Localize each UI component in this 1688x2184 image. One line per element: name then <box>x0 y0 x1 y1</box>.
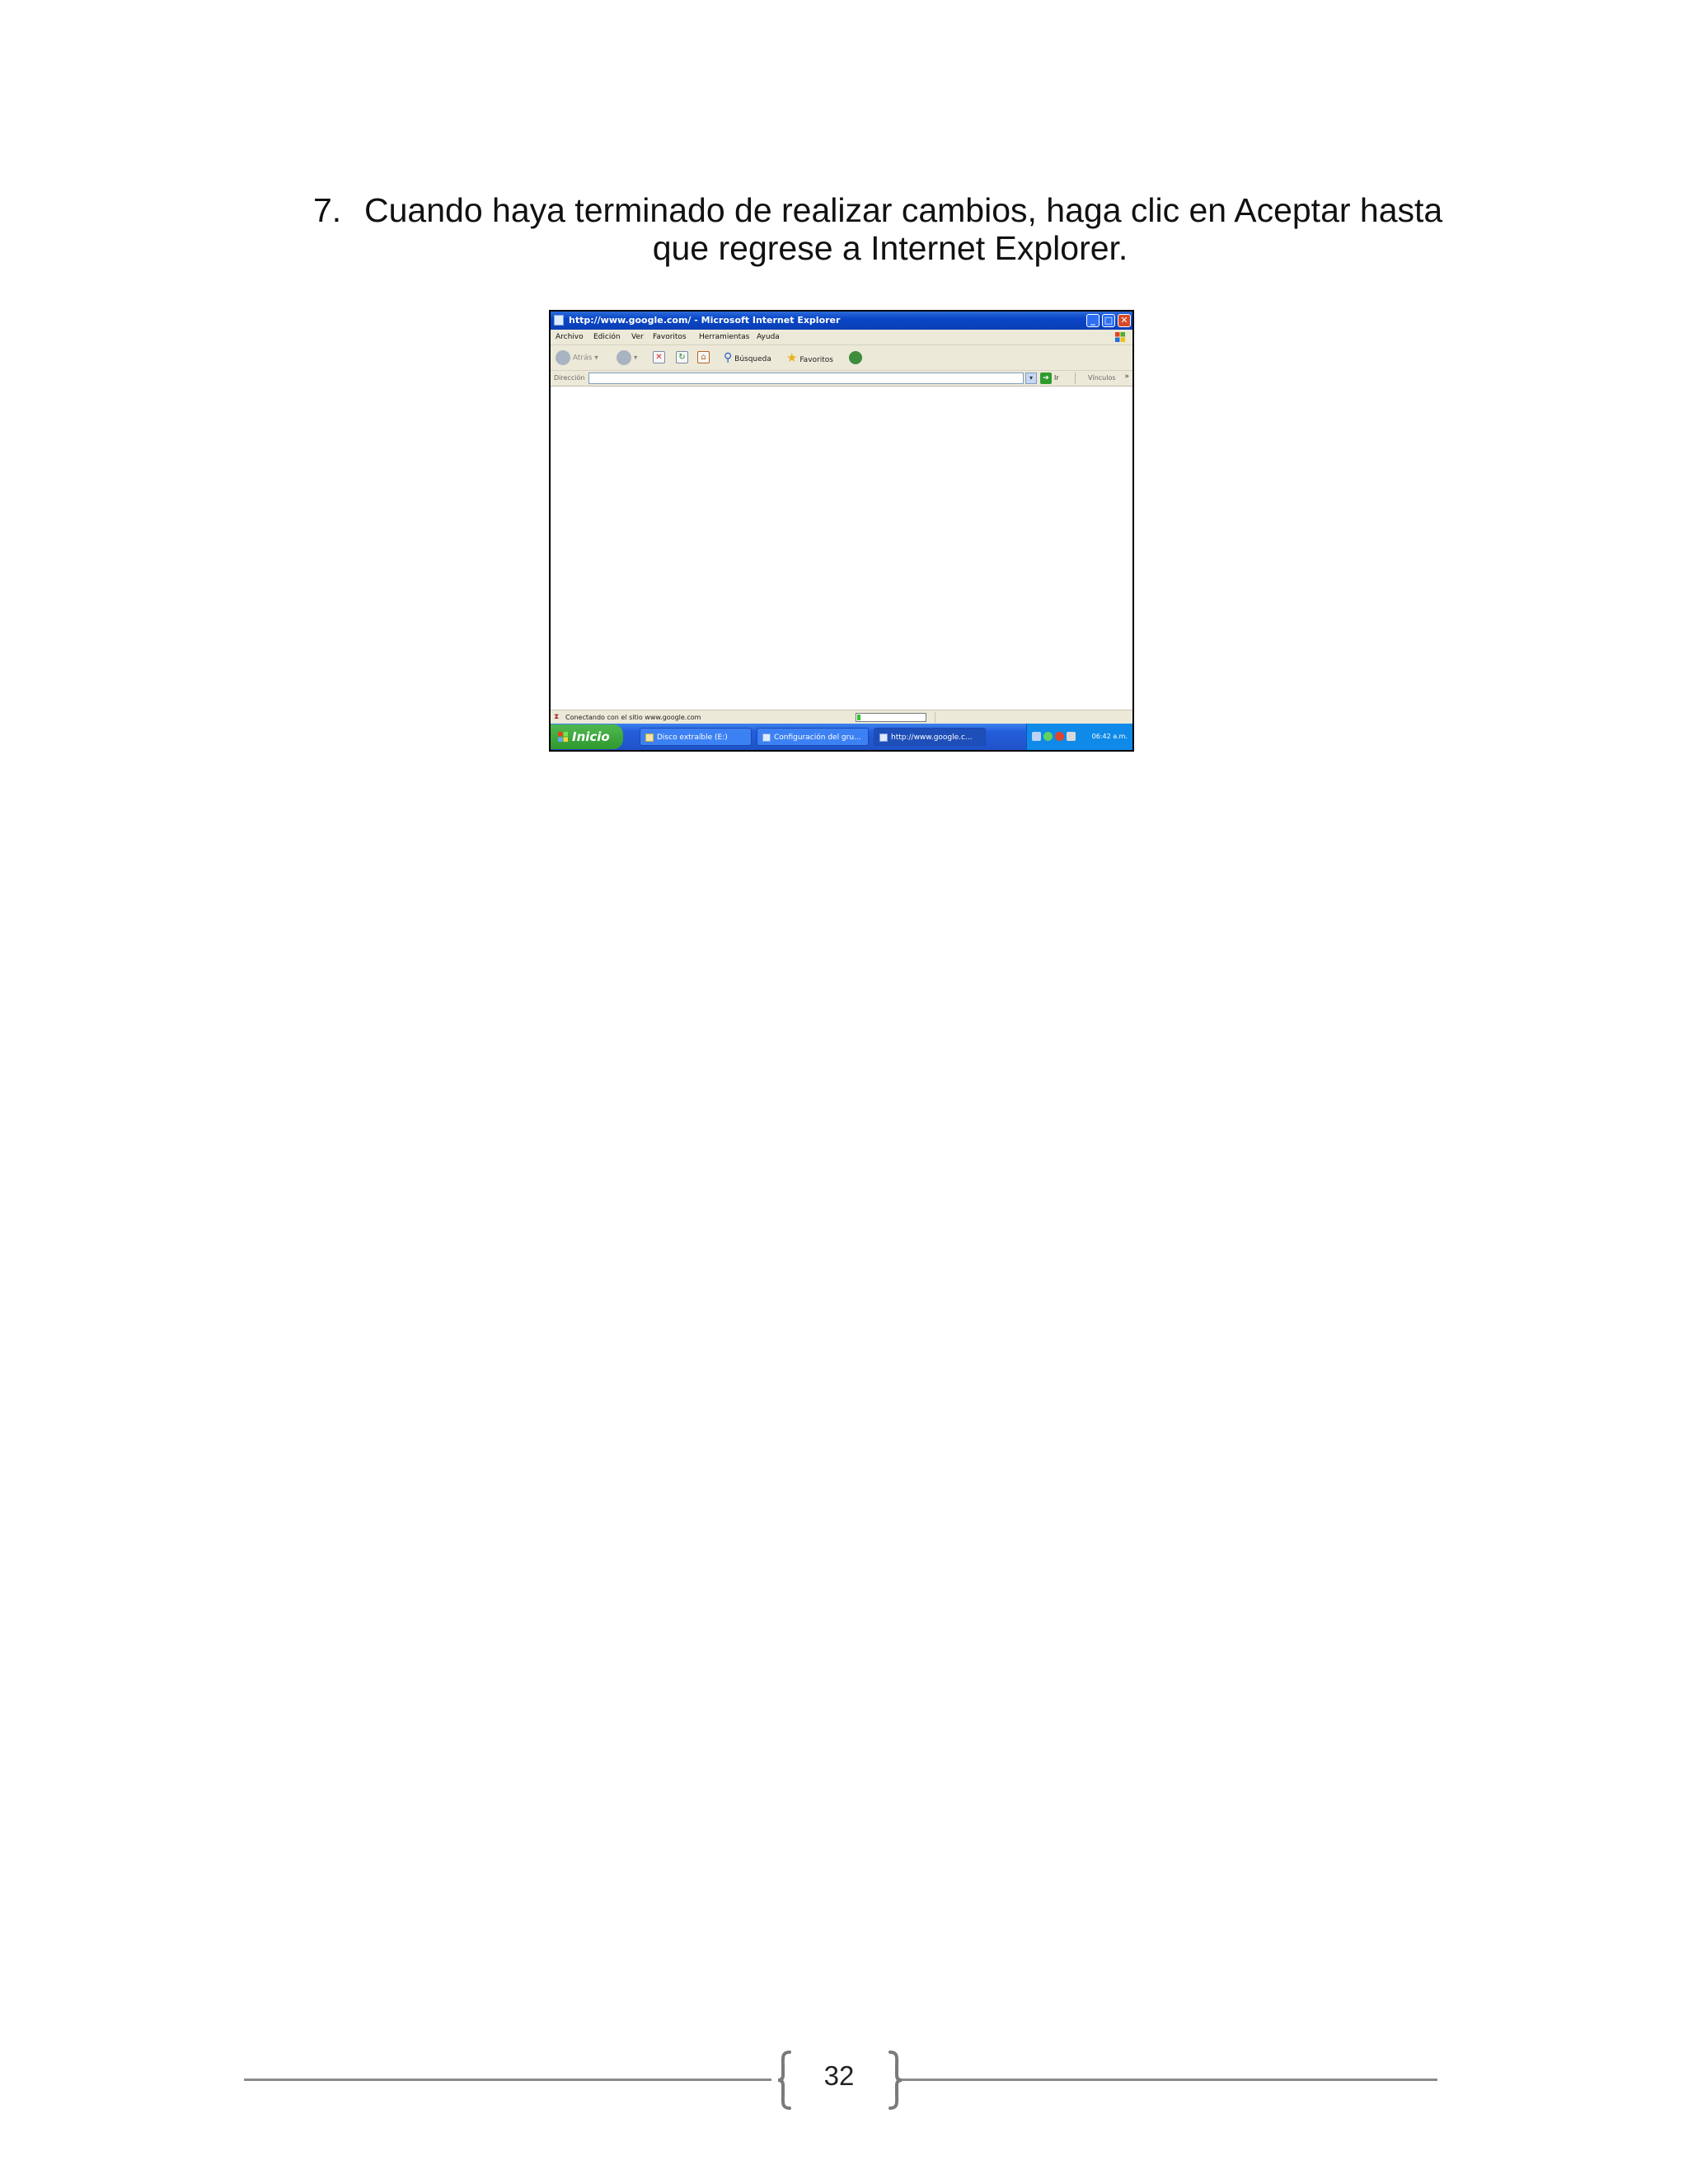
clock: 06:42 a.m. <box>1091 733 1128 740</box>
refresh-icon: ↻ <box>676 351 688 363</box>
refresh-button[interactable]: ↻ <box>676 350 688 365</box>
status-bar: ⧗ Conectando con el sitio www.google.com <box>551 710 1132 724</box>
network-icon[interactable] <box>1032 732 1041 741</box>
history-icon <box>849 350 862 364</box>
go-button[interactable]: Ir <box>1054 371 1059 386</box>
favorites-button[interactable]: ★ Favoritos <box>786 350 833 365</box>
taskbar-item-disco[interactable]: Disco extraíble (E:) <box>640 728 752 746</box>
taskbar-item-label: Configuración del gru... <box>774 733 861 742</box>
taskbar-item-configuracion[interactable]: Configuración del gru... <box>757 728 869 746</box>
forward-button[interactable]: ▾ <box>617 350 637 365</box>
page-number: 32 <box>823 2060 855 2091</box>
alert-icon[interactable] <box>1055 732 1064 741</box>
close-icon[interactable]: ✕ <box>1118 314 1131 327</box>
menu-bar: Archivo Edición Ver Favoritos Herramient… <box>551 330 1132 345</box>
menu-favoritos[interactable]: Favoritos <box>653 330 687 344</box>
progress-bar <box>856 713 926 722</box>
progress-fill <box>857 715 861 720</box>
windows-flag-icon <box>1115 332 1125 342</box>
right-brace-icon <box>889 2050 903 2110</box>
search-label: Búsqueda <box>734 355 771 363</box>
home-button[interactable]: ⌂ <box>697 350 710 365</box>
back-button[interactable]: Atrás ▾ <box>556 350 598 365</box>
menu-ver[interactable]: Ver <box>631 330 644 344</box>
standard-toolbar: Atrás ▾ ▾ ✕ ↻ ⌂ ⚲ Búsqueda ★ Favoritos <box>551 345 1132 371</box>
volume-icon[interactable] <box>1067 732 1076 741</box>
footer-rule-right <box>902 2079 1437 2081</box>
ie-page-icon <box>554 315 564 326</box>
toolbar-separator <box>1075 373 1076 384</box>
star-icon: ★ <box>786 350 798 365</box>
ie-window-screenshot: http://www.google.com/ - Microsoft Inter… <box>549 310 1134 752</box>
forward-arrow-icon <box>617 350 631 365</box>
taskbar-item-ie[interactable]: http://www.google.c... <box>874 728 986 746</box>
links-button[interactable]: Vínculos <box>1088 371 1116 386</box>
search-button[interactable]: ⚲ Búsqueda <box>724 350 771 365</box>
stop-icon: ✕ <box>653 351 665 363</box>
menu-herramientas[interactable]: Herramientas <box>699 330 749 344</box>
footer-rule-left <box>244 2079 771 2081</box>
window-title: http://www.google.com/ - Microsoft Inter… <box>569 315 841 326</box>
address-label: Dirección <box>554 374 585 382</box>
step-text-line1: Cuando haya terminado de realizar cambio… <box>364 191 1443 229</box>
folder-icon <box>645 733 654 742</box>
address-input[interactable] <box>588 373 1024 384</box>
left-brace-icon <box>777 2050 791 2110</box>
home-icon: ⌂ <box>697 351 710 363</box>
back-label: Atrás <box>572 354 593 363</box>
minimize-icon[interactable]: _ <box>1086 314 1100 327</box>
step-text-line2: que regrese a Internet Explorer. <box>652 229 1128 267</box>
system-tray: 06:42 a.m. <box>1026 724 1132 750</box>
ie-icon <box>879 733 888 742</box>
title-bar: http://www.google.com/ - Microsoft Inter… <box>551 312 1132 330</box>
antivirus-icon[interactable] <box>1043 732 1053 741</box>
search-icon: ⚲ <box>724 351 733 364</box>
page-content-area[interactable] <box>551 387 1132 710</box>
back-arrow-icon <box>556 350 570 365</box>
status-text: Conectando con el sitio www.google.com <box>565 714 701 721</box>
menu-ayuda[interactable]: Ayuda <box>757 330 780 344</box>
step-number: 7. <box>313 191 342 229</box>
windows-logo-icon <box>558 732 568 742</box>
address-bar: Dirección ▾ ➔ Ir Vínculos » <box>551 371 1132 387</box>
taskbar-item-label: http://www.google.c... <box>891 733 973 742</box>
taskbar-item-label: Disco extraíble (E:) <box>657 733 728 742</box>
stop-button[interactable]: ✕ <box>653 350 665 365</box>
hourglass-icon: ⧗ <box>554 713 560 721</box>
taskbar: Inicio Disco extraíble (E:) Configuració… <box>551 724 1132 750</box>
chevron-right-icon[interactable]: » <box>1124 369 1129 384</box>
start-label: Inicio <box>572 729 610 744</box>
settings-window-icon <box>762 733 771 742</box>
history-button[interactable] <box>849 350 862 365</box>
status-panes <box>935 712 1129 723</box>
menu-edicion[interactable]: Edición <box>593 330 621 344</box>
favorites-label: Favoritos <box>799 356 833 364</box>
go-arrow-icon[interactable]: ➔ <box>1040 373 1052 384</box>
start-button[interactable]: Inicio <box>551 724 623 749</box>
maximize-icon[interactable]: □ <box>1102 314 1115 327</box>
menu-archivo[interactable]: Archivo <box>556 330 584 344</box>
address-dropdown-icon[interactable]: ▾ <box>1025 373 1037 384</box>
